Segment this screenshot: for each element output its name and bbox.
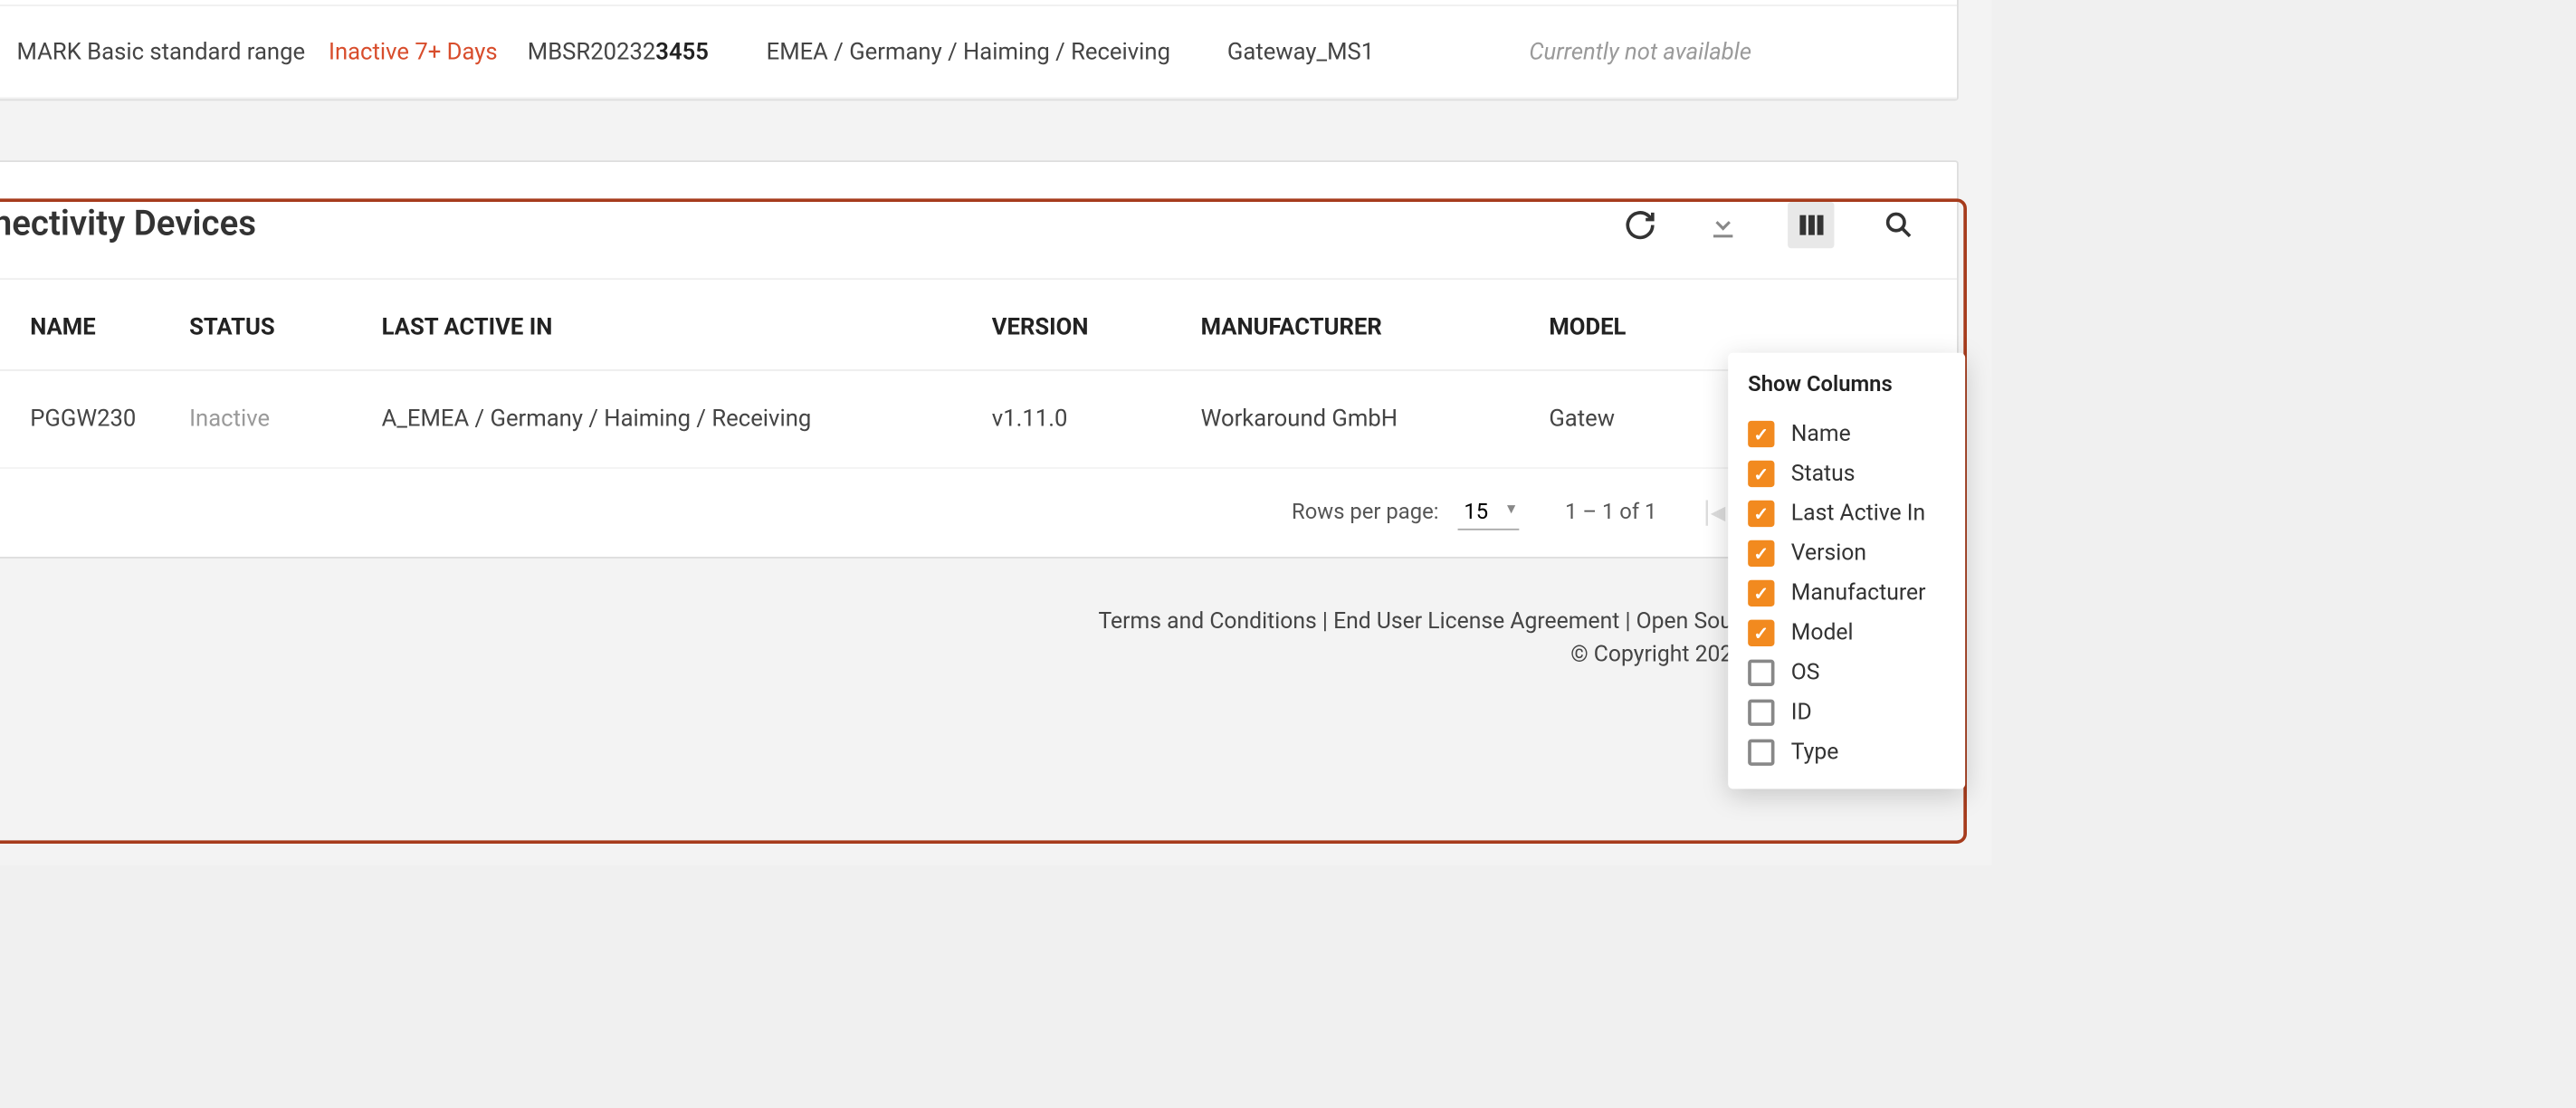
rows-label: Rows per page: xyxy=(1292,500,1438,524)
columns-icon[interactable] xyxy=(1788,202,1834,248)
cell-model: MARK Basic standard range xyxy=(17,39,329,65)
col-version[interactable]: VERSION xyxy=(992,315,1201,341)
cell-last-connected: Gateway_MS1 xyxy=(1227,39,1529,65)
column-toggle-type[interactable]: Type xyxy=(1748,732,1945,772)
page-range: 1 – 1 of 1 xyxy=(1565,501,1656,525)
card-header: Connectivity Devices xyxy=(0,162,1957,278)
cell-battery: Currently not available xyxy=(1529,39,1923,65)
rows-per-page: Rows per page: 15 xyxy=(1292,496,1519,530)
first-page-button[interactable]: |◂ xyxy=(1703,495,1726,530)
popover-title: Show Columns xyxy=(1748,373,1945,397)
checkbox-icon xyxy=(1748,461,1774,487)
table-row[interactable]: PGGW230InactiveA_EMEA / Germany / Haimin… xyxy=(0,371,1957,469)
cell-last-active: A_EMEA / Germany / Haiming / Receiving xyxy=(382,406,992,432)
column-toggle-label: Manufacturer xyxy=(1791,580,1926,607)
cell-status: Inactive 7+ Days xyxy=(329,39,528,65)
column-toggle-os[interactable]: OS xyxy=(1748,653,1945,692)
cell-status: Inactive xyxy=(189,406,382,432)
column-toggle-manufacturer[interactable]: Manufacturer xyxy=(1748,573,1945,613)
refresh-icon[interactable] xyxy=(1622,206,1658,243)
column-toggle-label: OS xyxy=(1791,660,1820,686)
column-toggle-label: Model xyxy=(1791,620,1854,646)
expand-icon[interactable]: ⌄ xyxy=(0,36,17,68)
column-toggle-label: Version xyxy=(1791,540,1866,567)
col-model[interactable]: MODEL xyxy=(1549,315,1937,341)
connectivity-devices-card: Connectivity Devices xyxy=(0,160,1959,559)
col-status[interactable]: STATUS xyxy=(189,315,382,341)
cell-serial: MBSR202323455 xyxy=(528,39,767,65)
card-actions xyxy=(1622,202,1917,248)
main-content: MODEL STATUS SERIAL NUMBER LAST ACTIVE I… xyxy=(0,0,1991,865)
table-row[interactable]: ⌄MARK Display mid rangeInactiveMDMR00000… xyxy=(0,0,1957,6)
column-toggle-id[interactable]: ID xyxy=(1748,692,1945,732)
footer-copyright: © Copyright 2021 Workaround Gm xyxy=(0,635,1959,668)
col-name[interactable]: NAME xyxy=(30,315,189,341)
column-toggle-version[interactable]: Version xyxy=(1748,533,1945,573)
show-columns-popover: Show Columns Name Status Last Active In Ver… xyxy=(1728,353,1965,789)
rows-select[interactable]: 15 xyxy=(1457,496,1519,530)
checkbox-icon xyxy=(1748,660,1774,686)
search-icon[interactable] xyxy=(1881,206,1917,243)
column-toggle-model[interactable]: Model xyxy=(1748,613,1945,653)
column-toggle-label: Status xyxy=(1791,461,1856,487)
checkbox-icon xyxy=(1748,580,1774,607)
checkbox-icon xyxy=(1748,740,1774,766)
column-toggle-label: Name xyxy=(1791,421,1851,447)
col-manufacturer[interactable]: MANUFACTURER xyxy=(1201,315,1550,341)
cell-last-active: EMEA / Germany / Haiming / Receiving xyxy=(767,39,1227,65)
column-toggle-last-active-in[interactable]: Last Active In xyxy=(1748,493,1945,533)
footer-links[interactable]: Terms and Conditions | End User License … xyxy=(0,582,1959,635)
cell-name: PGGW230 xyxy=(30,406,189,432)
column-toggle-label: Last Active In xyxy=(1791,501,1925,527)
pagination: Rows per page: 15 1 – 1 of 1 |◂ ◂ ▸ ▸| xyxy=(0,469,1957,557)
card-title: Connectivity Devices xyxy=(0,205,256,245)
table-row[interactable]: ⌄MARK Basic standard rangeInactive 7+ Da… xyxy=(0,6,1957,100)
checkbox-icon xyxy=(1748,700,1774,726)
col-last-active[interactable]: LAST ACTIVE IN xyxy=(382,315,992,341)
cell-manufacturer: Workaround GmbH xyxy=(1201,406,1550,432)
checkbox-icon xyxy=(1748,421,1774,447)
column-toggle-label: Type xyxy=(1791,740,1839,766)
column-toggle-name[interactable]: Name xyxy=(1748,414,1945,454)
cell-version: v1.11.0 xyxy=(992,406,1201,432)
checkbox-icon xyxy=(1748,620,1774,646)
column-toggle-label: ID xyxy=(1791,700,1812,726)
checkbox-icon xyxy=(1748,540,1774,567)
devices-table-card: MODEL STATUS SERIAL NUMBER LAST ACTIVE I… xyxy=(0,0,1959,100)
checkbox-icon xyxy=(1748,501,1774,527)
download-icon[interactable] xyxy=(1705,206,1741,243)
column-toggle-status[interactable]: Status xyxy=(1748,454,1945,493)
connectivity-table-header: NAME STATUS LAST ACTIVE IN VERSION MANUF… xyxy=(0,278,1957,371)
